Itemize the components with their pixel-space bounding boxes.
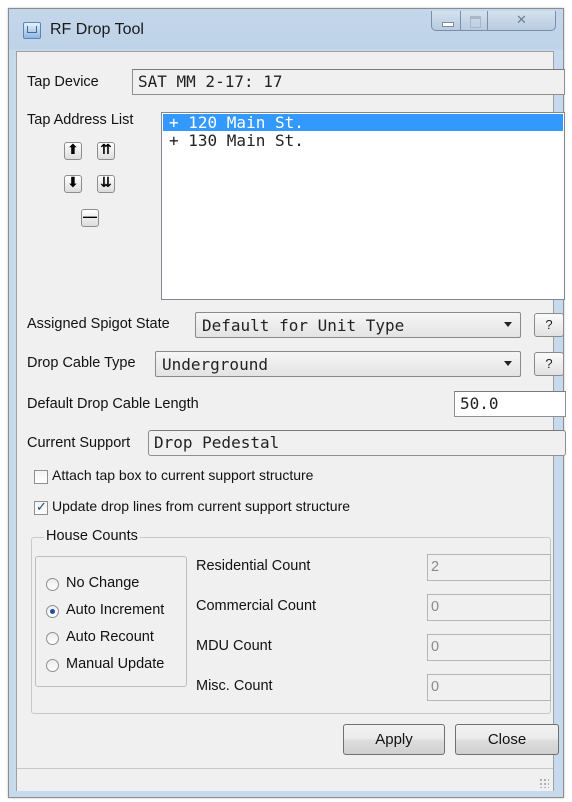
status-bar: [17, 768, 553, 791]
attach-tap-box-label[interactable]: Attach tap box to current support struct…: [52, 467, 313, 483]
double-arrow-up-icon: ⇈: [100, 141, 112, 157]
tap-device-label: Tap Device: [27, 74, 99, 90]
radio-no-change[interactable]: [46, 578, 59, 591]
mdu-count-label: MDU Count: [196, 638, 272, 654]
move-down-button[interactable]: ⬇: [64, 174, 82, 193]
chevron-down-icon: [504, 322, 512, 327]
window-title: RF Drop Tool: [50, 21, 144, 38]
mdu-count-field: 0: [427, 634, 551, 661]
radio-auto-recount-label[interactable]: Auto Recount: [66, 629, 154, 645]
move-to-bottom-button[interactable]: ⇊: [97, 174, 115, 193]
minimize-button[interactable]: [431, 11, 461, 31]
apply-button[interactable]: Apply: [343, 724, 445, 755]
commercial-count-label: Commercial Count: [196, 598, 317, 614]
assigned-spigot-state-value: Default for Unit Type: [202, 316, 405, 335]
radio-auto-recount[interactable]: [46, 632, 59, 645]
assigned-spigot-state-label: Assigned Spigot State: [27, 316, 170, 332]
radio-auto-increment-label[interactable]: Auto Increment: [66, 602, 164, 618]
radio-manual-update[interactable]: [46, 659, 59, 672]
default-drop-cable-length-input[interactable]: 50.0: [454, 391, 566, 417]
default-drop-cable-length-label: Default Drop Cable Length: [27, 396, 199, 412]
maximize-button[interactable]: [460, 11, 488, 31]
list-item[interactable]: + 120 Main St.: [163, 114, 563, 131]
current-support-label: Current Support: [27, 435, 131, 451]
close-button[interactable]: Close: [455, 724, 559, 755]
app-icon: [23, 22, 41, 39]
drop-cable-type-label: Drop Cable Type: [27, 355, 136, 371]
move-up-button[interactable]: ⬆: [64, 141, 82, 160]
arrow-down-icon: ⬇: [67, 174, 79, 190]
remove-address-button[interactable]: —: [81, 208, 99, 227]
close-icon: ✕: [516, 12, 527, 27]
drop-cable-type-dropdown[interactable]: Underground: [155, 351, 521, 377]
double-arrow-down-icon: ⇊: [100, 174, 112, 190]
move-to-top-button[interactable]: ⇈: [97, 141, 115, 160]
residential-count-label: Residential Count: [196, 558, 311, 574]
misc-count-field: 0: [427, 674, 551, 701]
tap-device-field: SAT MM 2-17: 17: [132, 69, 565, 95]
radio-auto-increment[interactable]: [46, 605, 59, 618]
drop-cable-type-value: Underground: [162, 355, 268, 374]
minus-icon: —: [83, 208, 97, 224]
tap-address-list-label: Tap Address List: [27, 112, 134, 128]
window-controls: ✕: [431, 11, 556, 33]
residential-count-field: 2: [427, 554, 551, 581]
update-drop-lines-label[interactable]: Update drop lines from current support s…: [52, 498, 350, 514]
assigned-spigot-state-dropdown[interactable]: Default for Unit Type: [195, 312, 521, 338]
attach-tap-box-checkbox[interactable]: [34, 470, 48, 484]
chevron-down-icon: [504, 361, 512, 366]
title-bar[interactable]: RF Drop Tool ✕: [9, 9, 563, 51]
spigot-state-help-button[interactable]: ?: [534, 313, 564, 337]
update-drop-lines-checkbox[interactable]: [34, 499, 48, 515]
radio-no-change-label[interactable]: No Change: [66, 575, 139, 591]
list-item[interactable]: + 130 Main St.: [163, 132, 563, 149]
resize-grip-icon[interactable]: [539, 778, 549, 788]
radio-manual-update-label[interactable]: Manual Update: [66, 656, 164, 672]
misc-count-label: Misc. Count: [196, 678, 273, 694]
tap-address-listbox[interactable]: + 120 Main St. + 130 Main St.: [161, 112, 565, 300]
drop-cable-type-help-button[interactable]: ?: [534, 352, 564, 376]
commercial-count-field: 0: [427, 594, 551, 621]
arrow-up-icon: ⬆: [67, 141, 79, 157]
close-window-button[interactable]: ✕: [487, 11, 556, 31]
dialog-body: Tap Device SAT MM 2-17: 17 Tap Address L…: [16, 51, 566, 791]
current-support-field: Drop Pedestal: [148, 430, 566, 456]
house-counts-title: House Counts: [44, 528, 140, 544]
rf-drop-tool-window: RF Drop Tool ✕ Tap Device SAT MM 2-17: 1…: [8, 8, 566, 798]
